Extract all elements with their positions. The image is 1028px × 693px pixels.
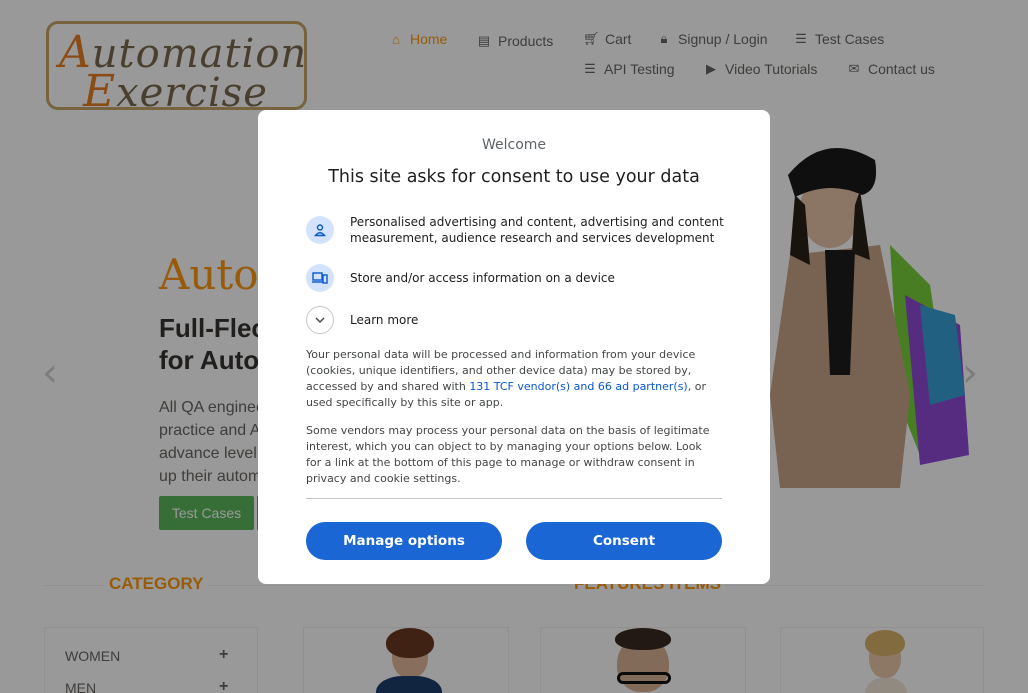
consent-welcome: Welcome	[481, 137, 547, 153]
para-1-line-2: (cookies, unique identifiers, and other …	[306, 364, 692, 377]
para-2-line-4: privacy and cookie settings.	[306, 472, 461, 485]
purpose-1-line-1: Personalised advertising and content, ad…	[350, 215, 724, 229]
purpose-personalised-advertising: Personalised advertising and content, ad…	[306, 214, 724, 246]
para-2-line-1: Some vendors may process your personal d…	[306, 424, 710, 437]
para-1-line-3-end: , or	[687, 380, 706, 393]
consent-dialog: Welcome This site asks for consent to us…	[258, 110, 770, 584]
consent-paragraph-1: Your personal data will be processed and…	[306, 347, 722, 411]
purpose-store-access: Store and/or access information on a dev…	[306, 264, 615, 292]
chevron-down-icon[interactable]	[306, 306, 334, 334]
para-1-line-3: accessed by and shared with 131 TCF vend…	[306, 379, 722, 395]
purpose-1-line-2: measurement, audience research and servi…	[350, 231, 715, 245]
para-2-line-3: for a link at the bottom of this page to…	[306, 456, 695, 469]
purpose-2-text: Store and/or access information on a dev…	[350, 271, 615, 285]
consent-button[interactable]: Consent	[526, 522, 722, 560]
para-1-line-1: Your personal data will be processed and…	[306, 348, 696, 361]
devices-icon	[306, 264, 334, 292]
person-icon	[306, 216, 334, 244]
para-1-line-3-text: accessed by and shared with	[306, 380, 470, 393]
learn-more-row[interactable]: Learn more	[306, 306, 418, 334]
para-2-line-2: interest, which you can object to by man…	[306, 440, 702, 453]
consent-title: This site asks for consent to use your d…	[328, 167, 700, 187]
learn-more-label[interactable]: Learn more	[350, 312, 418, 328]
consent-divider	[306, 498, 722, 499]
vendors-link[interactable]: 131 TCF vendor(s) and 66 ad partner(s)	[469, 380, 687, 393]
manage-options-button[interactable]: Manage options	[306, 522, 502, 560]
para-1-line-4: used specifically by this site or app.	[306, 396, 504, 409]
consent-paragraph-2: Some vendors may process your personal d…	[306, 423, 722, 487]
